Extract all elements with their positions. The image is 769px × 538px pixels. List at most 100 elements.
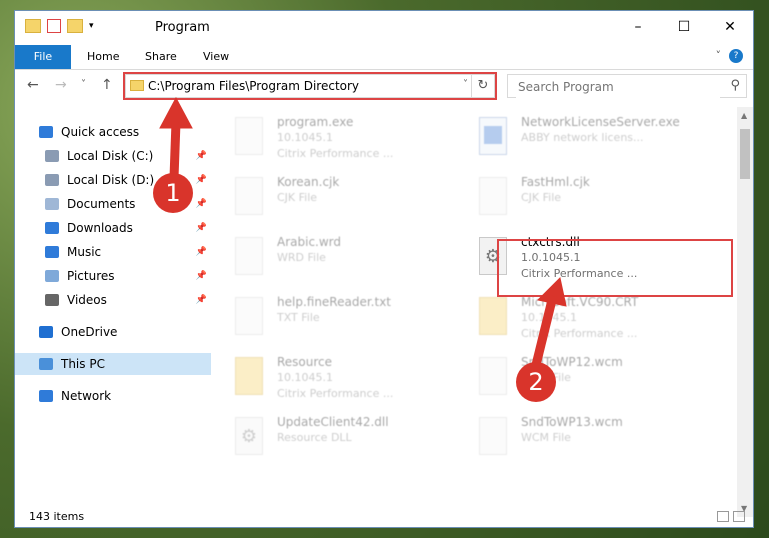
file-detail: CJK File: [277, 191, 318, 204]
recent-locations-button[interactable]: ˅: [81, 79, 86, 90]
pictures-icon: [45, 270, 59, 282]
file-item[interactable]: Microsoft.VC90.CRT 10.1045.1 Citrix Perfor…: [465, 291, 691, 347]
address-highlight-box: [123, 72, 497, 100]
tab-share[interactable]: Share: [145, 45, 177, 69]
file-icon: [235, 297, 263, 335]
sidebar-item-label: Pictures: [67, 269, 115, 283]
sidebar-item-downloads[interactable]: Downloads 📌: [15, 217, 211, 239]
file-detail: ABBY network licens...: [521, 131, 644, 144]
sidebar-item-music[interactable]: Music 📌: [15, 241, 211, 263]
expand-ribbon-icon[interactable]: ˅: [716, 49, 722, 62]
exe-file-icon: [479, 117, 507, 155]
file-item[interactable]: program.exe 10.1045.1 Citrix Performance .…: [221, 111, 447, 167]
window-title: Program: [155, 20, 210, 35]
file-name: FastHml.cjk: [521, 175, 590, 189]
star-icon: [39, 126, 53, 138]
file-name: program.exe: [277, 115, 354, 129]
file-icon: [235, 177, 263, 215]
drive-icon: [45, 150, 59, 162]
file-item[interactable]: NetworkLicenseServer.exe ABBY network lic…: [465, 111, 691, 167]
file-name: NetworkLicenseServer.exe: [521, 115, 680, 129]
documents-icon: [45, 198, 59, 210]
sidebar-item-network[interactable]: Network: [15, 385, 211, 407]
help-icon[interactable]: ?: [729, 49, 743, 63]
forward-button[interactable]: →: [55, 77, 67, 93]
file-item[interactable]: Korean.cjk CJK File: [221, 171, 447, 227]
search-icon[interactable]: ⚲: [730, 78, 740, 93]
sidebar-item-pictures[interactable]: Pictures 📌: [15, 265, 211, 287]
file-detail: 10.1045.1: [521, 311, 577, 324]
sidebar-item-quick-access[interactable]: Quick access: [15, 121, 211, 143]
pin-icon[interactable]: 📌: [196, 289, 207, 311]
minimize-button[interactable]: –: [615, 11, 661, 43]
tab-home[interactable]: Home: [87, 45, 119, 69]
file-item[interactable]: help.fineReader.txt TXT File: [221, 291, 447, 347]
sidebar-item-label: OneDrive: [61, 325, 118, 339]
file-detail: Citrix Performance ...: [521, 327, 638, 340]
file-name: Resource: [277, 355, 333, 369]
tab-file[interactable]: File: [15, 45, 71, 69]
sidebar-item-onedrive[interactable]: OneDrive: [15, 321, 211, 343]
file-icon: [479, 177, 507, 215]
file-detail: Citrix Performance ...: [277, 387, 394, 400]
sidebar-item-local-disk-c[interactable]: Local Disk (C:) 📌: [15, 145, 211, 167]
drive-icon: [45, 174, 59, 186]
sidebar-item-label: Downloads: [67, 221, 133, 235]
computer-icon: [39, 358, 53, 370]
file-name: help.fineReader.txt: [277, 295, 391, 309]
download-icon: [45, 222, 59, 234]
up-button[interactable]: ↑: [101, 77, 113, 93]
customize-toolbar-icon[interactable]: ▾: [89, 21, 94, 31]
vertical-scrollbar[interactable]: ▲ ▼: [737, 107, 753, 517]
sidebar-item-label: Videos: [67, 293, 107, 307]
file-detail: WCM File: [521, 431, 571, 444]
file-name: Arabic.wrd: [277, 235, 342, 249]
file-detail: Resource DLL: [277, 431, 352, 444]
new-folder-icon[interactable]: [67, 19, 83, 33]
pin-icon[interactable]: 📌: [196, 193, 207, 215]
sidebar-item-label: Network: [61, 389, 112, 403]
scroll-up-icon[interactable]: ▲: [741, 111, 747, 120]
scrollbar-thumb[interactable]: [740, 129, 750, 179]
file-icon: [235, 237, 263, 275]
navigation-pane: Quick access Local Disk (C:) 📌 Local Disk (…: [15, 107, 211, 507]
navigation-bar: ← → ˅ ↑ C:\Program Files\Program Directo…: [15, 72, 753, 100]
properties-icon[interactable]: [47, 19, 61, 33]
file-item[interactable]: ⚙ UpdateClient42.dll Resource DLL: [221, 411, 447, 467]
search-input[interactable]: [516, 76, 720, 98]
pin-icon[interactable]: 📌: [196, 241, 207, 263]
sidebar-item-label: Quick access: [61, 125, 140, 139]
sidebar-item-videos[interactable]: Videos 📌: [15, 289, 211, 311]
tab-view[interactable]: View: [203, 45, 229, 69]
file-item[interactable]: FastHml.cjk CJK File: [465, 171, 691, 227]
file-item[interactable]: Resource 10.1045.1 Citrix Performance ...: [221, 351, 447, 407]
file-detail: Citrix Performance ...: [277, 147, 394, 160]
videos-icon: [45, 294, 59, 306]
sidebar-item-this-pc[interactable]: This PC: [15, 353, 211, 375]
search-box[interactable]: ⚲: [507, 74, 747, 98]
window-controls: – ☐ ✕: [615, 11, 753, 43]
pin-icon[interactable]: 📌: [196, 265, 207, 287]
pin-icon[interactable]: 📌: [196, 145, 207, 167]
file-detail: 10.1045.1: [277, 131, 333, 144]
close-button[interactable]: ✕: [707, 11, 753, 43]
back-button[interactable]: ←: [27, 77, 39, 93]
maximize-button[interactable]: ☐: [661, 11, 707, 43]
quick-access-toolbar: ▾: [25, 19, 94, 33]
pin-icon[interactable]: 📌: [196, 217, 207, 239]
pin-icon[interactable]: 📌: [196, 169, 207, 191]
file-item[interactable]: Arabic.wrd WRD File: [221, 231, 447, 287]
folder-icon: [25, 19, 41, 33]
file-icon: [479, 357, 507, 395]
music-icon: [45, 246, 59, 258]
view-switcher: [717, 511, 745, 522]
large-icons-view-icon[interactable]: [733, 511, 745, 522]
folder-icon: [479, 297, 507, 335]
file-icon: [235, 117, 263, 155]
file-item[interactable]: SndToWP13.wcm WCM File: [465, 411, 691, 467]
file-list: program.exe 10.1045.1 Citrix Performance .…: [221, 107, 737, 507]
file-item[interactable]: SndToWP12.wcmWCM File: [465, 351, 691, 407]
details-view-icon[interactable]: [717, 511, 729, 522]
file-name: Korean.cjk: [277, 175, 340, 189]
explorer-window: ▾ Program – ☐ ✕ File Home Share View ˅ ?…: [14, 10, 754, 528]
